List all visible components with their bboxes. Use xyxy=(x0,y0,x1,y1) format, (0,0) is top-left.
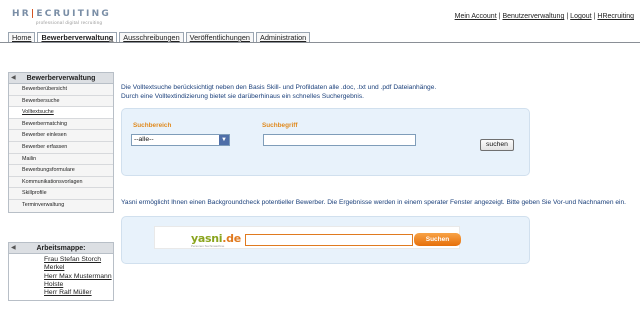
sidebar-item-bewerber-erfassen[interactable]: Bewerber erfassen xyxy=(9,141,113,154)
yasni-logo-tld: .de xyxy=(222,232,241,245)
yasni-name-input[interactable] xyxy=(245,234,413,246)
logo-recruiting: ECRUITING xyxy=(36,9,111,19)
suchbereich-label: Suchbereich xyxy=(133,122,172,129)
workfolder-item[interactable]: Holste xyxy=(44,281,113,289)
workfolder-box: ◀ Arbeitsmappe: Frau Stefan Storch Merke… xyxy=(8,242,114,302)
workfolder-item[interactable]: Merkel xyxy=(44,264,113,272)
sidebar-item-skillprofile[interactable]: Skillprofile xyxy=(9,188,113,200)
intro-line-1: Die Volltextsuche berücksichtigt neben d… xyxy=(121,84,437,91)
workfolder-list: Frau Stefan Storch Merkel Herr Max Muste… xyxy=(9,254,113,300)
link-mein-account[interactable]: Mein Account xyxy=(455,13,497,20)
sidebar-item-bewerbungsformulare[interactable]: Bewerbungsformulare xyxy=(9,165,113,177)
sidebar-item-bewerbersuche[interactable]: Bewerbersuche xyxy=(9,95,113,108)
sidebar-nav: ◀ Bewerberverwaltung Bewerberübersicht B… xyxy=(8,72,114,213)
collapse-arrow-icon: ◀ xyxy=(11,75,16,81)
tab-divider xyxy=(0,42,640,43)
app-logo: HR|ECRUITING professional digital recrui… xyxy=(12,9,111,25)
yasni-search-button[interactable]: Suchen xyxy=(414,233,461,246)
search-button[interactable]: suchen xyxy=(480,139,514,151)
collapse-arrow-icon: ◀ xyxy=(11,245,16,251)
sidebar-item-bewerbermatching[interactable]: Bewerbermatching xyxy=(9,118,113,131)
suchbegriff-input[interactable] xyxy=(263,134,416,146)
yasni-tagline: Personen Suchmaschine xyxy=(191,244,225,248)
sidebar-item-bewerber-einlesen[interactable]: Bewerber einlesen xyxy=(9,130,113,142)
sidebar-item-bewerberuebersicht[interactable]: Bewerberübersicht xyxy=(9,84,113,96)
workfolder-header[interactable]: ◀ Arbeitsmappe: xyxy=(9,243,113,254)
suchbereich-value: --alle-- xyxy=(134,136,154,143)
logo-hr: HR xyxy=(12,9,31,19)
intro-line-2: Durch eine Volltextindizierung bietet si… xyxy=(121,92,365,100)
workfolder-item[interactable]: Herr Max Mustermann xyxy=(44,273,113,281)
intro-text: Die Volltextsuche berücksichtigt neben d… xyxy=(121,84,621,101)
link-logout[interactable]: Logout xyxy=(570,13,591,20)
yasni-description: Yasni ermöglicht Ihnen einen Backgroundc… xyxy=(121,199,626,206)
suchbegriff-label: Suchbegriff xyxy=(262,122,298,129)
workfolder-title: Arbeitsmappe: xyxy=(36,245,86,252)
workfolder-item[interactable]: Frau Stefan Storch xyxy=(44,256,113,264)
link-hrecruiting[interactable]: HRecruiting xyxy=(597,13,634,20)
suchbereich-select[interactable]: --alle-- ▼ xyxy=(131,134,230,146)
link-benutzerverwaltung[interactable]: Benutzerverwaltung xyxy=(502,13,564,20)
sidebar-title: Bewerberverwaltung xyxy=(26,75,96,82)
sidebar-item-mailin[interactable]: Mailin xyxy=(9,153,113,166)
top-nav: Mein Account | Benutzerverwaltung | Logout | H… xyxy=(454,13,634,20)
sidebar-item-kommunikationsvorlagen[interactable]: Kommunikationsvorlagen xyxy=(9,176,113,189)
workfolder-item[interactable]: Herr Ralf Müller xyxy=(44,289,113,297)
chevron-down-icon[interactable]: ▼ xyxy=(219,135,229,145)
sidebar-item-volltextsuche[interactable]: Volltextsuche xyxy=(9,107,113,119)
sidebar-header[interactable]: ◀ Bewerberverwaltung xyxy=(9,73,113,84)
logo-tagline: professional digital recruiting xyxy=(36,20,103,25)
sidebar-item-terminverwaltung[interactable]: Terminverwaltung xyxy=(9,199,113,212)
